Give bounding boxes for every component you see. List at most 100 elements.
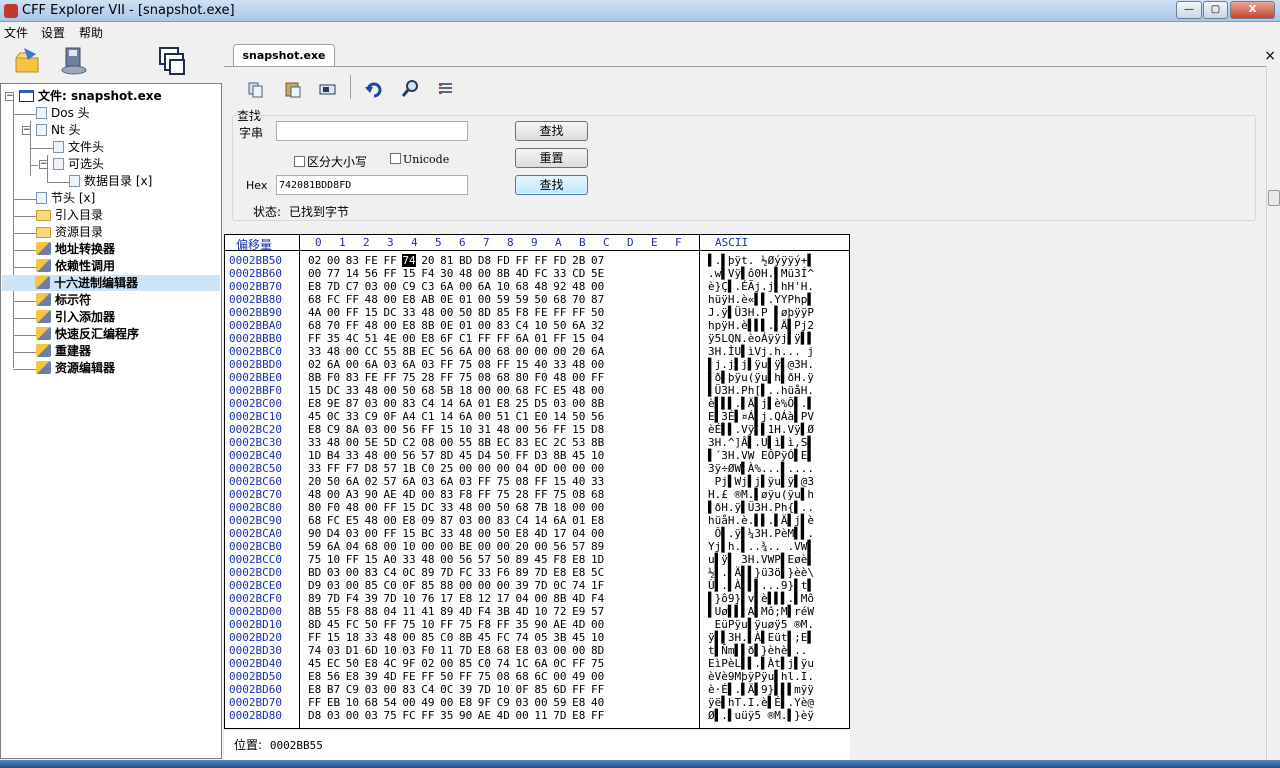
row-offset: 0002BCE0 bbox=[229, 579, 282, 592]
menu-settings[interactable]: 设置 bbox=[41, 24, 65, 41]
row-bytes[interactable]: E8 B7 C9 03 00 83 C4 0C 39 7D 10 0F 85 6… bbox=[308, 683, 604, 696]
row-bytes[interactable]: 68 70 FF 48 00 E8 8B 0E 01 00 83 C4 10 5… bbox=[308, 319, 604, 332]
tab-bar: snapshot.exe × bbox=[224, 44, 1280, 66]
minimize-button[interactable]: — bbox=[1176, 1, 1202, 19]
menu-help[interactable]: 帮助 bbox=[79, 24, 103, 41]
row-bytes[interactable]: 68 FC E5 48 00 E8 09 87 03 00 83 C4 14 6… bbox=[308, 514, 604, 527]
maximize-button[interactable]: ▢ bbox=[1203, 1, 1228, 19]
tree-item-quick-disassembler[interactable]: 快速反汇编程序 bbox=[36, 326, 139, 342]
tree-item-optional-header[interactable]: 可选头 bbox=[53, 156, 104, 172]
close-tab-icon[interactable]: × bbox=[1264, 48, 1276, 64]
row-bytes[interactable]: 20 50 6A 02 57 6A 03 6A 03 FF 75 08 FF 1… bbox=[308, 475, 604, 488]
tree-item-import-directory[interactable]: 引入目录 bbox=[36, 207, 103, 223]
tree-item-nt-header[interactable]: Nt 头 bbox=[36, 122, 81, 138]
menu-file[interactable]: 文件 bbox=[4, 24, 28, 41]
row-ascii: ▌Uø▌▌▌A▌Mô;M▌réW bbox=[708, 605, 814, 618]
paste-icon[interactable] bbox=[283, 77, 303, 101]
row-bytes[interactable]: E8 7D C7 03 00 C9 C3 6A 00 6A 10 68 48 9… bbox=[308, 280, 604, 293]
hex-input[interactable] bbox=[276, 175, 468, 195]
row-bytes[interactable]: D8 03 00 03 75 FC FF 35 90 AE 4D 00 11 7… bbox=[308, 709, 604, 722]
tree-item-address-converter[interactable]: 地址转换器 bbox=[36, 241, 115, 257]
row-bytes[interactable]: 45 EC 50 E8 4C 9F 02 00 85 C0 74 1C 6A 0… bbox=[308, 657, 604, 670]
row-bytes[interactable]: E8 C9 8A 03 00 56 FF 15 10 31 48 00 56 F… bbox=[308, 423, 604, 436]
tree-item-file-header[interactable]: 文件头 bbox=[53, 139, 104, 155]
open-file-icon[interactable] bbox=[10, 44, 44, 78]
fill-icon[interactable] bbox=[318, 77, 338, 101]
row-bytes[interactable]: 15 DC 33 48 00 50 68 5B 18 00 00 68 FC E… bbox=[308, 384, 604, 397]
row-bytes[interactable]: D9 03 00 85 C0 0F 85 88 00 00 00 39 7D 0… bbox=[308, 579, 604, 592]
save-file-icon[interactable] bbox=[58, 44, 92, 78]
row-bytes[interactable]: 4A 00 FF 15 DC 33 48 00 50 8D 85 F8 FE F… bbox=[308, 306, 604, 319]
tree-item-section-headers[interactable]: 节头 [x] bbox=[36, 190, 95, 206]
tree-item-dependency-walker[interactable]: 依赖性调用 bbox=[36, 258, 115, 274]
windows-icon[interactable] bbox=[156, 44, 190, 78]
hex-header: 偏移量 0 1 2 3 4 5 6 7 8 9 A B C D E F ASCII bbox=[225, 235, 849, 252]
tool-icon bbox=[36, 259, 51, 272]
row-bytes[interactable]: BD 03 00 83 C4 0C 89 7D FC 33 F6 89 7D E… bbox=[308, 566, 604, 579]
find-hex-button[interactable]: 查找 bbox=[515, 175, 588, 195]
bytes-before-cursor: 02 00 83 FE FF bbox=[308, 254, 397, 267]
row-bytes[interactable]: 8B 55 F8 88 04 11 41 89 4D F4 3B 4D 10 7… bbox=[308, 605, 604, 618]
row-bytes[interactable]: 80 F0 48 00 FF 15 DC 33 48 00 50 68 7B 1… bbox=[308, 501, 604, 514]
row-offset: 0002BB70 bbox=[229, 280, 282, 293]
tree-item-data-directories[interactable]: 数据目录 [x] bbox=[69, 173, 152, 189]
vertical-scrollbar[interactable] bbox=[1266, 66, 1280, 760]
list-icon[interactable] bbox=[436, 77, 456, 101]
row-bytes[interactable]: 48 00 A3 90 AE 4D 00 83 F8 FF 75 28 FF 7… bbox=[308, 488, 604, 501]
row-bytes[interactable]: 33 48 00 5E 5D C2 08 00 55 8B EC 83 EC 2… bbox=[308, 436, 604, 449]
tree-item-dos-header[interactable]: Dos 头 bbox=[36, 105, 90, 121]
cursor-byte[interactable]: 74 bbox=[402, 254, 416, 267]
undo-icon[interactable] bbox=[364, 77, 384, 101]
row-bytes[interactable]: 8B F0 83 FE FF 75 28 FF 75 08 68 80 F0 4… bbox=[308, 371, 604, 384]
row-bytes[interactable]: 8D 45 FC 50 FF 75 10 FF 75 F8 FF 35 90 A… bbox=[308, 618, 604, 631]
row-bytes[interactable]: 33 48 00 CC 55 8B EC 56 6A 00 68 00 00 0… bbox=[308, 345, 604, 358]
row-bytes[interactable]: 02 00 83 FE FF 74 20 81 BD D8 FD FF FF F… bbox=[308, 254, 604, 267]
tree-item-resource-directory[interactable]: 资源目录 bbox=[36, 224, 103, 240]
copy-icon[interactable] bbox=[246, 77, 266, 101]
bytes-after-cursor: 20 81 BD D8 FD FF FF FD 2B 07 bbox=[415, 254, 605, 267]
row-bytes[interactable]: 75 10 FF 15 A0 33 48 00 56 57 50 89 45 F… bbox=[308, 553, 604, 566]
tree-item-resource-editor[interactable]: 资源编辑器 bbox=[36, 360, 115, 376]
row-ascii: ÿ▌▌3H.▌À▌Eüt▌;E▌ bbox=[708, 631, 814, 644]
tab-snapshot[interactable]: snapshot.exe bbox=[233, 44, 335, 66]
row-bytes[interactable]: 33 FF F7 D8 57 1B C0 25 00 00 00 04 0D 0… bbox=[308, 462, 604, 475]
tree-item-hex-editor[interactable]: 十六进制编辑器 bbox=[2, 275, 220, 291]
row-bytes[interactable]: E8 9E 87 03 00 83 C4 14 6A 01 E8 25 D5 0… bbox=[308, 397, 604, 410]
row-bytes[interactable]: 74 03 D1 6D 10 03 F0 11 7D E8 68 E8 03 0… bbox=[308, 644, 604, 657]
tree-item-identifier[interactable]: 标示符 bbox=[36, 292, 91, 308]
search-icon[interactable] bbox=[400, 77, 420, 101]
row-ascii: 3ÿ÷ØW▌À%...▌.... bbox=[708, 462, 814, 475]
row-bytes[interactable]: 59 6A 04 68 00 10 00 00 BE 00 00 20 00 5… bbox=[308, 540, 604, 553]
hex-view[interactable]: 偏移量 0 1 2 3 4 5 6 7 8 9 A B C D E F ASCII 0002BB50 02 00… bbox=[224, 234, 850, 729]
row-bytes[interactable]: 90 D4 03 00 FF 15 BC 33 48 00 50 E8 4D 1… bbox=[308, 527, 604, 540]
row-bytes[interactable]: 00 77 14 56 FF 15 F4 30 48 00 8B 4D FC 3… bbox=[308, 267, 604, 280]
unicode-checkbox[interactable]: Unicode bbox=[390, 153, 449, 166]
row-bytes[interactable]: 68 FC FF 48 00 E8 AB 0E 01 00 59 59 50 6… bbox=[308, 293, 604, 306]
row-bytes[interactable]: FF EB 10 68 54 00 49 00 E8 9F C9 03 00 5… bbox=[308, 696, 604, 709]
tree-item-rebuilder[interactable]: 重建器 bbox=[36, 343, 91, 359]
close-button[interactable]: X bbox=[1230, 1, 1275, 19]
row-offset: 0002BD10 bbox=[229, 618, 282, 631]
row-bytes[interactable]: 02 6A 00 6A 03 6A 03 FF 75 08 FF 15 40 3… bbox=[308, 358, 604, 371]
case-sensitive-checkbox[interactable]: 区分大小写 bbox=[294, 153, 367, 170]
tool-icon bbox=[36, 344, 51, 357]
collapse-optional-icon[interactable]: − bbox=[39, 160, 48, 169]
reset-button[interactable]: 重置 bbox=[515, 148, 588, 168]
row-bytes[interactable]: 1D B4 33 48 00 56 57 8D 45 D4 50 FF D3 8… bbox=[308, 449, 604, 462]
row-offset: 0002BD50 bbox=[229, 670, 282, 683]
row-bytes[interactable]: E8 56 E8 39 4D FE FF 50 FF 75 08 68 6C 0… bbox=[308, 670, 604, 683]
scrollbar-thumb[interactable] bbox=[1268, 190, 1280, 206]
row-offset: 0002BC50 bbox=[229, 462, 282, 475]
find-string-button[interactable]: 查找 bbox=[515, 121, 588, 141]
row-bytes[interactable]: 45 0C 33 C9 0F A4 C1 14 6A 00 51 C1 E0 1… bbox=[308, 410, 604, 423]
tree-item-import-adder[interactable]: 引入添加器 bbox=[36, 309, 115, 325]
row-offset: 0002BCF0 bbox=[229, 592, 282, 605]
collapse-root-icon[interactable]: − bbox=[5, 92, 14, 101]
row-bytes[interactable]: FF 15 18 33 48 00 85 C0 8B 45 FC 74 05 3… bbox=[308, 631, 604, 644]
collapse-nt-icon[interactable]: − bbox=[22, 126, 31, 135]
row-bytes[interactable]: FF 35 4C 51 4E 00 E8 6F C1 FF FF 6A 01 F… bbox=[308, 332, 604, 345]
tree-root[interactable]: 文件: snapshot.exe bbox=[19, 88, 162, 104]
string-input[interactable] bbox=[276, 121, 468, 141]
row-ascii: .w▌Vÿ▌ô0H.▌Mü3Í^ bbox=[708, 267, 814, 280]
row-bytes[interactable]: 89 7D F4 39 7D 10 76 17 E8 12 17 04 00 8… bbox=[308, 592, 604, 605]
